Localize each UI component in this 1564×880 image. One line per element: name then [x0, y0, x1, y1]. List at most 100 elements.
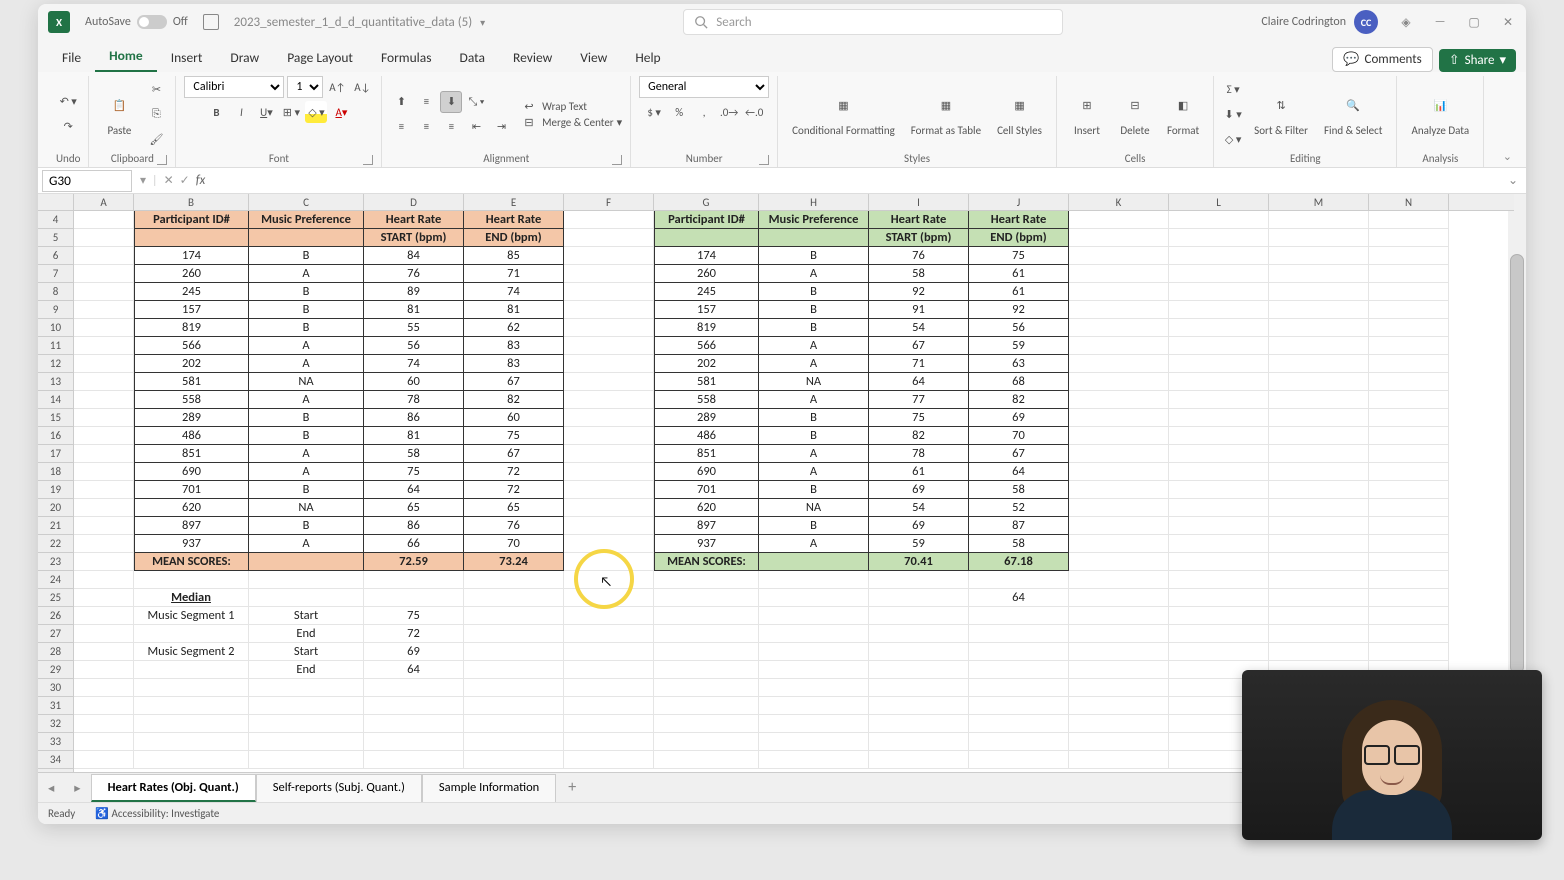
- menu-tab-insert[interactable]: Insert: [157, 43, 217, 72]
- cell-bg[interactable]: [1169, 535, 1269, 553]
- cell-G14[interactable]: 558: [654, 391, 759, 409]
- cell-bg[interactable]: [564, 517, 654, 535]
- row-header-32[interactable]: 32: [38, 715, 73, 733]
- cell-B7[interactable]: 260: [134, 265, 249, 283]
- cell-bg[interactable]: [1369, 247, 1449, 265]
- cell-bg[interactable]: [1269, 607, 1369, 625]
- cell-G4[interactable]: Participant ID#: [654, 211, 759, 229]
- copy-button[interactable]: ⎘: [145, 103, 167, 125]
- cell-C15[interactable]: B: [249, 409, 364, 427]
- cell-bg[interactable]: [1169, 445, 1269, 463]
- cell-C12[interactable]: A: [249, 355, 364, 373]
- collapse-ribbon-icon[interactable]: ⌄: [1503, 150, 1512, 163]
- cell-bg[interactable]: [759, 589, 869, 607]
- format-painter-button[interactable]: 🖌: [145, 128, 167, 150]
- cell-H11[interactable]: A: [759, 337, 869, 355]
- row-header-21[interactable]: 21: [38, 517, 73, 535]
- cell-bg[interactable]: [1069, 373, 1169, 391]
- row-header-18[interactable]: 18: [38, 463, 73, 481]
- cell-B25[interactable]: Median: [134, 589, 249, 607]
- cell-B11[interactable]: 566: [134, 337, 249, 355]
- dialog-launcher-icon[interactable]: [363, 155, 373, 165]
- cell-J9[interactable]: 92: [969, 301, 1069, 319]
- dialog-launcher-icon[interactable]: [612, 155, 622, 165]
- cell-J19[interactable]: 58: [969, 481, 1069, 499]
- cell-bg[interactable]: [564, 535, 654, 553]
- row-header-5[interactable]: 5: [38, 229, 73, 247]
- status-accessibility[interactable]: ♿ Accessibility: Investigate: [95, 807, 219, 820]
- cell-bg[interactable]: [1069, 319, 1169, 337]
- cell-bg[interactable]: [1369, 355, 1449, 373]
- cell-I20[interactable]: 54: [869, 499, 969, 517]
- cell-bg[interactable]: [1369, 337, 1449, 355]
- sort-filter-button[interactable]: ⇅Sort & Filter: [1248, 87, 1314, 142]
- cell-bg[interactable]: [74, 751, 134, 769]
- orientation-button[interactable]: ⤡ ▾: [465, 91, 487, 113]
- cell-E4[interactable]: Heart Rate: [464, 211, 564, 229]
- row-header-26[interactable]: 26: [38, 607, 73, 625]
- cell-bg[interactable]: [249, 571, 364, 589]
- cell-bg[interactable]: [564, 301, 654, 319]
- cell-bg[interactable]: [654, 661, 759, 679]
- cell-bg[interactable]: [564, 427, 654, 445]
- cell-B17[interactable]: 851: [134, 445, 249, 463]
- cell-bg[interactable]: [1369, 319, 1449, 337]
- underline-button[interactable]: U ▾: [255, 101, 277, 123]
- cell-D29[interactable]: 64: [364, 661, 464, 679]
- cell-bg[interactable]: [1369, 643, 1449, 661]
- cell-bg[interactable]: [74, 247, 134, 265]
- cell-C11[interactable]: A: [249, 337, 364, 355]
- cell-bg[interactable]: [564, 229, 654, 247]
- cell-bg[interactable]: [969, 697, 1069, 715]
- cell-bg[interactable]: [564, 409, 654, 427]
- row-header-19[interactable]: 19: [38, 481, 73, 499]
- cell-bg[interactable]: [74, 643, 134, 661]
- col-header-H[interactable]: H: [759, 194, 869, 210]
- cell-bg[interactable]: [969, 733, 1069, 751]
- cell-J11[interactable]: 59: [969, 337, 1069, 355]
- cell-J16[interactable]: 70: [969, 427, 1069, 445]
- row-header-16[interactable]: 16: [38, 427, 73, 445]
- cell-bg[interactable]: [1069, 355, 1169, 373]
- accept-formula-icon[interactable]: ✓: [180, 173, 190, 188]
- cell-D10[interactable]: 55: [364, 319, 464, 337]
- cell-E6[interactable]: 85: [464, 247, 564, 265]
- cell-bg[interactable]: [1369, 607, 1449, 625]
- row-header-23[interactable]: 23: [38, 553, 73, 571]
- row-header-17[interactable]: 17: [38, 445, 73, 463]
- cell-bg[interactable]: [1369, 553, 1449, 571]
- cell-I23[interactable]: 70.41: [869, 553, 969, 571]
- cell-bg[interactable]: [74, 445, 134, 463]
- col-header-J[interactable]: J: [969, 194, 1069, 210]
- cell-C20[interactable]: NA: [249, 499, 364, 517]
- cell-bg[interactable]: [1069, 697, 1169, 715]
- row-header-31[interactable]: 31: [38, 697, 73, 715]
- cell-H20[interactable]: NA: [759, 499, 869, 517]
- cell-bg[interactable]: [134, 715, 249, 733]
- cell-bg[interactable]: [564, 751, 654, 769]
- cell-bg[interactable]: [364, 733, 464, 751]
- decrease-indent-button[interactable]: ⇤: [465, 116, 487, 138]
- cell-C21[interactable]: B: [249, 517, 364, 535]
- cell-I15[interactable]: 75: [869, 409, 969, 427]
- cell-bg[interactable]: [759, 715, 869, 733]
- row-header-28[interactable]: 28: [38, 643, 73, 661]
- cell-bg[interactable]: [1269, 517, 1369, 535]
- font-name-select[interactable]: Calibri: [184, 76, 284, 98]
- col-header-I[interactable]: I: [869, 194, 969, 210]
- format-as-table-button[interactable]: ▦Format as Table: [905, 87, 987, 142]
- save-icon[interactable]: [203, 14, 219, 30]
- row-header-15[interactable]: 15: [38, 409, 73, 427]
- scrollbar-thumb[interactable]: [1510, 254, 1524, 674]
- row-header-20[interactable]: 20: [38, 499, 73, 517]
- cell-D22[interactable]: 66: [364, 535, 464, 553]
- align-left-button[interactable]: ≡: [390, 116, 412, 138]
- cell-bg[interactable]: [869, 625, 969, 643]
- menu-tab-home[interactable]: Home: [95, 41, 157, 72]
- conditional-formatting-button[interactable]: ▦Conditional Formatting: [786, 87, 901, 142]
- cell-bg[interactable]: [249, 679, 364, 697]
- clear-button[interactable]: ◇ ▾: [1222, 128, 1244, 150]
- dialog-launcher-icon[interactable]: [759, 155, 769, 165]
- cell-D27[interactable]: 72: [364, 625, 464, 643]
- cell-bg[interactable]: [869, 571, 969, 589]
